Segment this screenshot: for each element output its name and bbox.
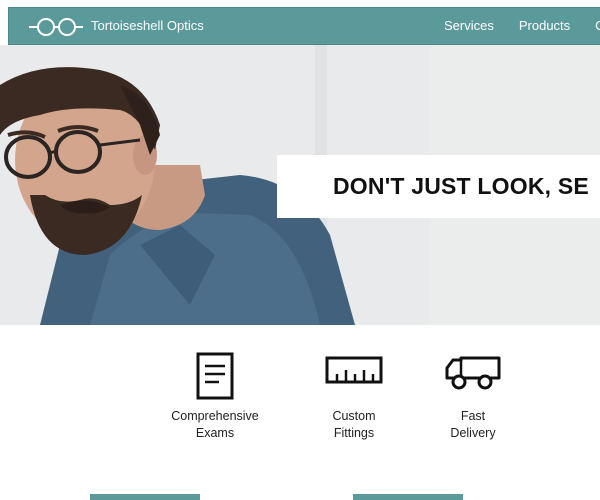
brand-name[interactable]: Tortoiseshell Optics	[91, 18, 204, 33]
nav-products[interactable]: Products	[519, 18, 570, 33]
feature-line: Custom	[332, 409, 376, 423]
ruler-icon	[325, 356, 383, 384]
feature-label: Custom Fittings	[294, 408, 414, 442]
feature-label: Fast Delivery	[413, 408, 533, 442]
document-icon	[196, 352, 234, 400]
feature-line: Fast	[460, 409, 486, 423]
nav-services[interactable]: Services	[444, 18, 494, 33]
nav-c[interactable]: C	[595, 18, 600, 33]
hero-banner: DON'T JUST LOOK, SE	[0, 45, 600, 325]
feature-line: Fittings	[333, 426, 375, 440]
bottom-button-left[interactable]	[90, 494, 200, 500]
feature-line: Comprehensive	[171, 409, 259, 423]
truck-icon	[445, 356, 501, 390]
tagline-box: DON'T JUST LOOK, SE	[277, 155, 600, 218]
glasses-logo-icon[interactable]	[29, 17, 83, 37]
feature-exams[interactable]: Comprehensive Exams	[155, 352, 275, 442]
feature-fittings[interactable]: Custom Fittings	[294, 352, 414, 442]
feature-delivery[interactable]: Fast Delivery	[413, 352, 533, 442]
feature-label: Comprehensive Exams	[155, 408, 275, 442]
feature-line: Delivery	[450, 426, 496, 440]
bottom-button-right[interactable]	[353, 494, 463, 500]
feature-line: Exams	[195, 426, 235, 440]
main-nav: Services Products C	[444, 18, 600, 33]
hero-tagline: DON'T JUST LOOK, SE	[333, 173, 589, 199]
site-header: Tortoiseshell Optics Services Products C	[8, 7, 600, 45]
